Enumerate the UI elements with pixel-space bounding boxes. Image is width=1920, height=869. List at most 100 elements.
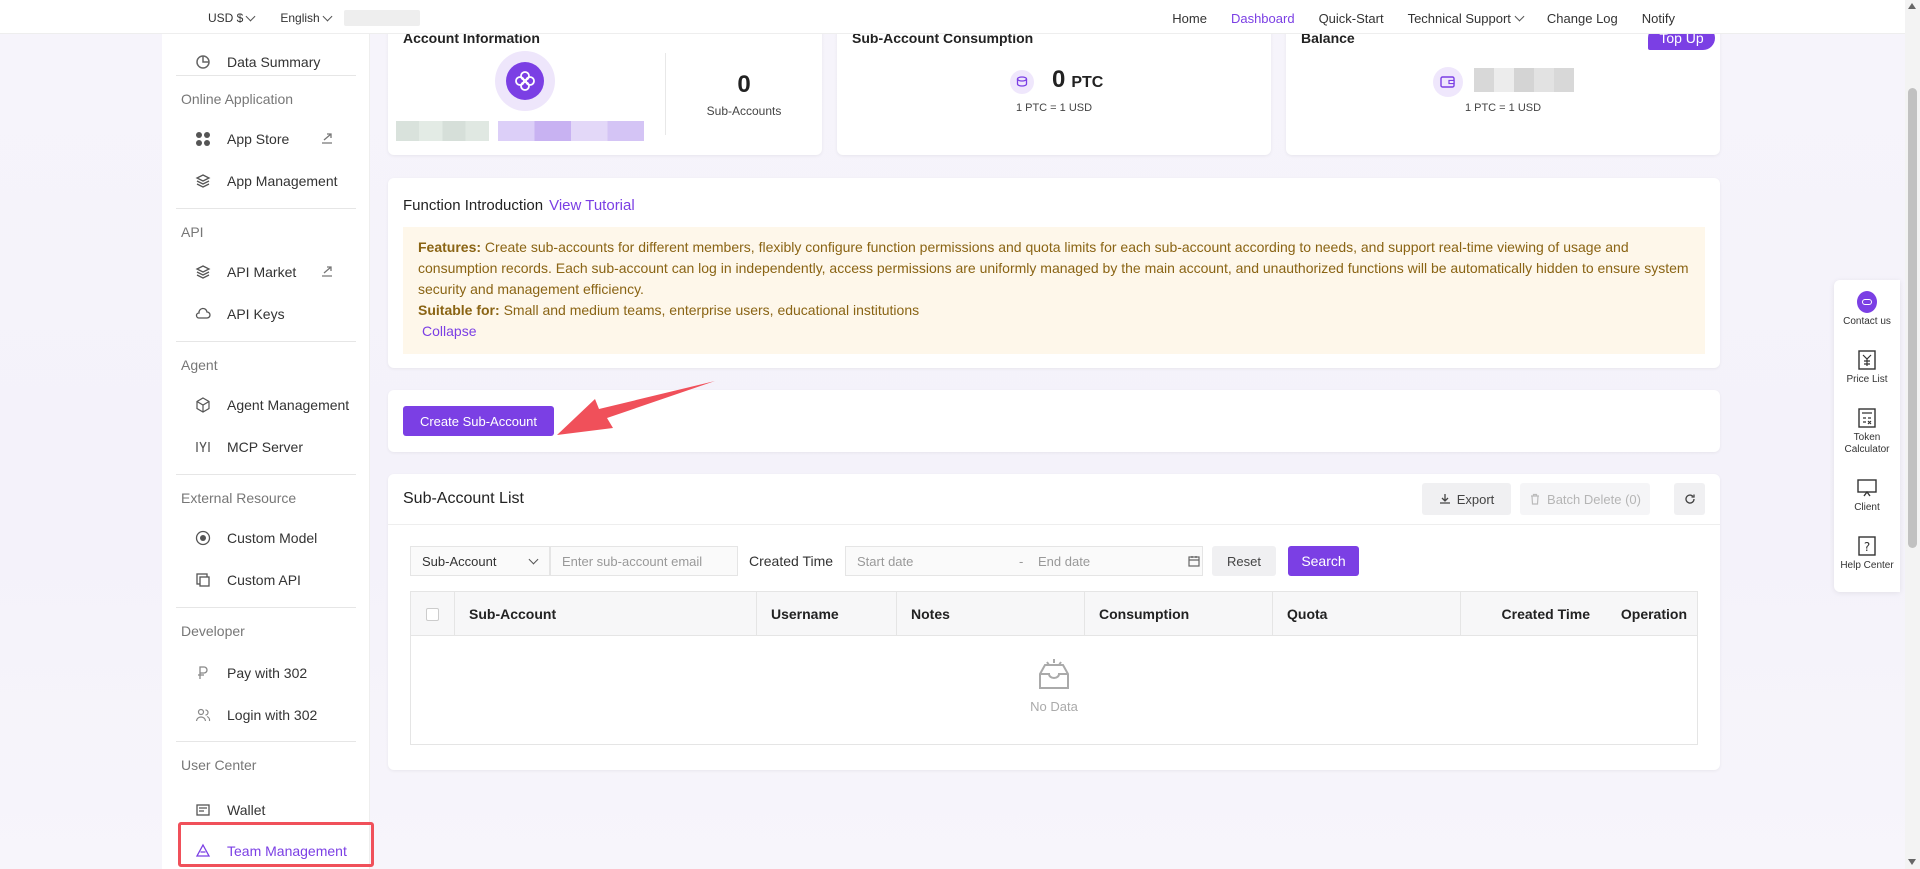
- suitable-label: Suitable for:: [418, 302, 500, 318]
- dock-label: Client: [1854, 502, 1880, 513]
- redacted-account-email: [498, 121, 644, 141]
- divider: [176, 341, 356, 342]
- create-sub-account-button[interactable]: Create Sub-Account: [403, 406, 554, 436]
- dock-label: Price List: [1846, 374, 1888, 385]
- nav-quick-start[interactable]: Quick-Start: [1319, 11, 1384, 26]
- empty-inbox-icon: [1039, 659, 1069, 689]
- sidebar-item-agent-management[interactable]: Agent Management: [162, 388, 370, 422]
- reset-button[interactable]: Reset: [1212, 546, 1276, 576]
- dock-token-calculator[interactable]: Token Calculator: [1834, 408, 1900, 456]
- table-header: Sub-Account Username Notes Consumption Q…: [411, 592, 1697, 636]
- consumption-rate: 1 PTC = 1 USD: [1015, 102, 1093, 114]
- sidebar-item-custom-api[interactable]: Custom API: [162, 563, 370, 597]
- email-search-input[interactable]: Enter sub-account email: [550, 546, 738, 576]
- nav-dashboard[interactable]: Dashboard: [1231, 11, 1295, 26]
- scroll-up-arrow[interactable]: [1908, 3, 1916, 9]
- redacted-balance: [1474, 68, 1574, 92]
- sidebar-item-label: Pay with 302: [227, 665, 308, 681]
- column-header-operation: Operation: [1620, 606, 1687, 622]
- intro-header: Function Introduction View Tutorial: [403, 197, 635, 214]
- sidebar-item-api-keys[interactable]: API Keys: [162, 297, 370, 331]
- sidebar-item-pay-with-302[interactable]: Pay with 302: [162, 656, 370, 690]
- wallet-icon: [194, 801, 212, 819]
- redacted-account-id: [396, 121, 489, 141]
- search-button[interactable]: Search: [1288, 546, 1359, 576]
- scrollbar-thumb[interactable]: [1908, 88, 1917, 548]
- sidebar-item-label: App Management: [227, 173, 338, 189]
- sidebar-item-app-store[interactable]: App Store: [162, 122, 370, 156]
- column-header-quota[interactable]: Quota: [1273, 592, 1461, 636]
- view-tutorial-link[interactable]: View Tutorial: [549, 197, 635, 214]
- created-time-label: Created Time: [749, 553, 834, 569]
- chevron-down-icon: [1514, 11, 1525, 22]
- group-user-center: User Center: [181, 757, 257, 773]
- grid-icon: [194, 130, 212, 148]
- suitable-paragraph: Suitable for: Small and medium teams, en…: [418, 300, 1690, 321]
- chevron-down-icon: [528, 554, 539, 564]
- divider: [176, 208, 356, 209]
- dock-label: Contact us: [1843, 316, 1891, 327]
- column-header-sub-account[interactable]: Sub-Account: [455, 592, 757, 636]
- end-date-placeholder: End date: [1038, 553, 1091, 569]
- sidebar-item-label: MCP Server: [227, 439, 303, 455]
- divider: [176, 75, 356, 76]
- refresh-button[interactable]: [1674, 483, 1705, 515]
- group-developer: Developer: [181, 623, 245, 639]
- divider: [176, 741, 356, 742]
- sidebar-item-label: Wallet: [227, 802, 266, 818]
- avatar: [495, 51, 555, 111]
- refresh-icon: [1684, 494, 1695, 504]
- nav-change-log[interactable]: Change Log: [1547, 11, 1618, 26]
- balance-rate: 1 PTC = 1 USD: [1464, 102, 1542, 114]
- balance-card: Balance Top Up 1 PTC = 1 USD: [1286, 22, 1720, 155]
- language-select[interactable]: English: [280, 11, 333, 25]
- coins-icon: [1010, 70, 1034, 94]
- nav-home[interactable]: Home: [1172, 11, 1207, 26]
- sidebar-item-mcp-server[interactable]: MCP Server: [162, 430, 370, 464]
- column-header-created-time[interactable]: Created Time: [1461, 592, 1604, 636]
- nav-notify[interactable]: Notify: [1642, 11, 1675, 26]
- chart-icon: [194, 53, 212, 71]
- currency-label: USD $: [208, 11, 244, 25]
- svg-text:?: ?: [1864, 540, 1870, 554]
- export-label: Export: [1456, 491, 1495, 507]
- sidebar-item-custom-model[interactable]: Custom Model: [162, 521, 370, 555]
- currency-select[interactable]: USD $: [208, 11, 256, 25]
- column-header-username[interactable]: Username: [757, 592, 897, 636]
- date-range-picker[interactable]: Start date - End date: [845, 546, 1203, 576]
- filter-type-value: Sub-Account: [422, 553, 497, 569]
- column-header-notes[interactable]: Notes: [897, 592, 1085, 636]
- collapse-link[interactable]: Collapse: [418, 321, 1690, 342]
- consumption-card: Sub-Account Consumption 0 PTC 1 PTC = 1 …: [837, 22, 1271, 155]
- sidebar-item-label: App Store: [227, 131, 290, 147]
- dock-contact-us[interactable]: Contact us: [1834, 291, 1900, 327]
- group-api: API: [181, 224, 204, 240]
- scroll-down-arrow[interactable]: [1908, 859, 1916, 865]
- divider: [388, 524, 1720, 525]
- nav-technical-support[interactable]: Technical Support: [1408, 11, 1525, 26]
- sidebar-item-label: Custom Model: [227, 530, 318, 546]
- column-header-consumption[interactable]: Consumption: [1085, 592, 1273, 636]
- model-icon: [194, 529, 212, 547]
- sidebar-item-api-market[interactable]: API Market: [162, 255, 370, 289]
- right-dock: Contact us Price List Token Calculator C…: [1834, 280, 1900, 592]
- sidebar-item-app-management[interactable]: App Management: [162, 164, 370, 198]
- features-text: Create sub-accounts for different member…: [418, 239, 1689, 297]
- filter-type-select[interactable]: Sub-Account: [410, 546, 550, 576]
- sidebar-item-data-summary[interactable]: Data Summary: [162, 45, 370, 79]
- sidebar-item-label: API Market: [227, 264, 297, 280]
- dock-price-list[interactable]: Price List: [1834, 350, 1900, 385]
- sidebar-item-login-with-302[interactable]: Login with 302: [162, 698, 370, 732]
- trash-icon: [1531, 493, 1540, 505]
- external-link-icon: [320, 131, 334, 148]
- dock-help-center[interactable]: ? Help Center: [1834, 536, 1900, 571]
- select-all-checkbox[interactable]: [426, 607, 439, 621]
- batch-delete-label: Batch Delete (0): [1547, 491, 1641, 507]
- features-label: Features:: [418, 239, 482, 255]
- dock-client[interactable]: Client: [1834, 478, 1900, 513]
- group-online-application: Online Application: [181, 91, 294, 107]
- export-button[interactable]: Export: [1422, 483, 1511, 515]
- divider: [176, 474, 356, 475]
- batch-delete-button[interactable]: Batch Delete (0): [1520, 483, 1650, 515]
- sidebar-item-label: Login with 302: [227, 707, 318, 723]
